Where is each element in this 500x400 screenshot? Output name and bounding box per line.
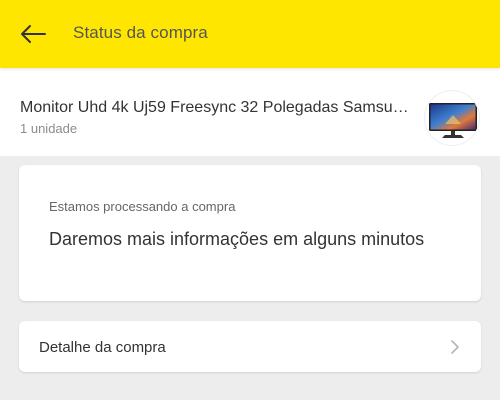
purchase-detail-row[interactable]: Detalhe da compra bbox=[19, 321, 481, 372]
product-name: Monitor Uhd 4k Uj59 Freesync 32 Polegada… bbox=[20, 99, 412, 116]
back-button[interactable] bbox=[16, 19, 50, 49]
product-quantity: 1 unidade bbox=[20, 121, 78, 136]
monitor-image bbox=[429, 103, 477, 138]
arrow-left-icon bbox=[21, 25, 46, 43]
app-header: Status da compra bbox=[0, 0, 500, 68]
product-thumbnail bbox=[424, 90, 480, 146]
product-summary: Monitor Uhd 4k Uj59 Freesync 32 Polegada… bbox=[0, 68, 500, 156]
purchase-detail-label: Detalhe da compra bbox=[39, 339, 166, 356]
page-title: Status da compra bbox=[73, 23, 208, 42]
status-message: Daremos mais informações em alguns minut… bbox=[49, 229, 425, 249]
purchase-status-card: Estamos processando a compra Daremos mai… bbox=[19, 165, 481, 301]
chevron-right-icon bbox=[451, 340, 459, 354]
status-caption: Estamos processando a compra bbox=[49, 199, 236, 214]
